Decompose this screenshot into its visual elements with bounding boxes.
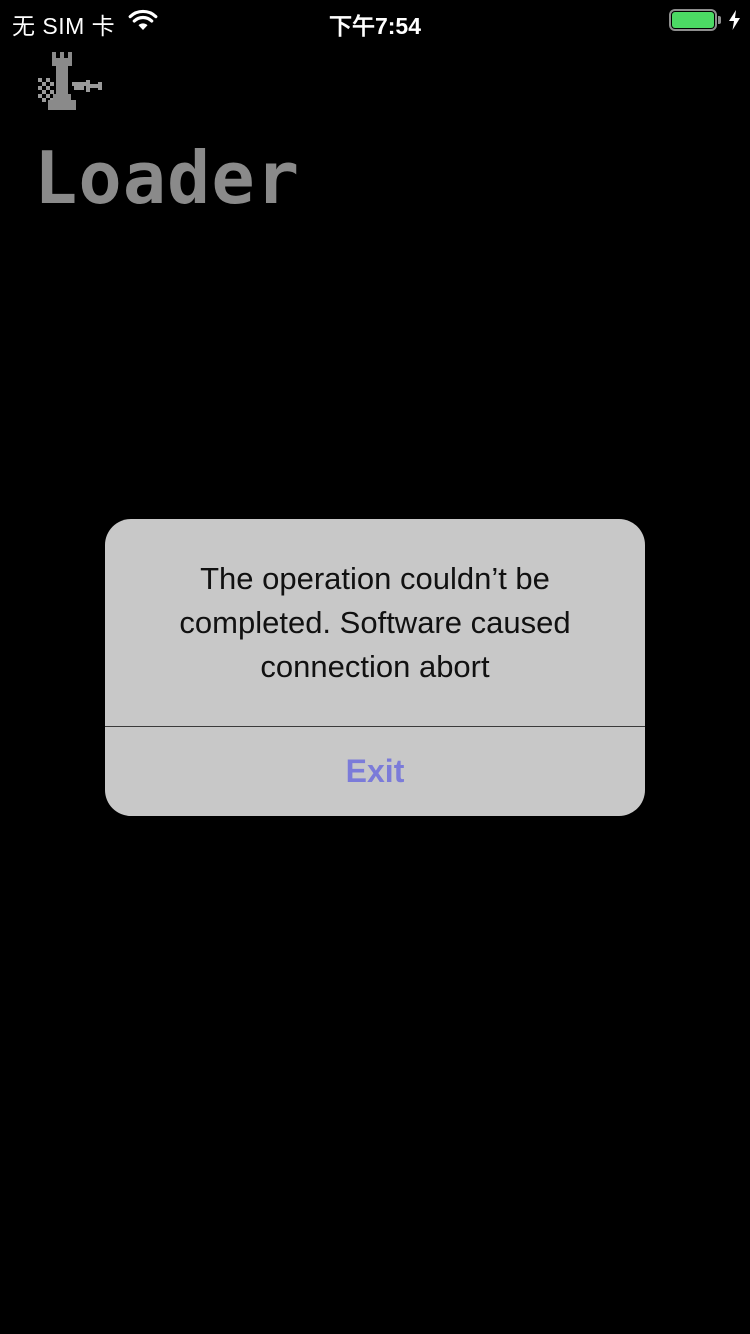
battery-level-fill [672,12,714,28]
alert-message: The operation couldn’t be completed. Sof… [179,561,571,684]
status-time: 下午7:54 [328,13,422,39]
exit-button[interactable]: Exit [105,727,645,816]
lightning-bolt-icon [729,10,740,30]
app-title: Loader [34,136,301,220]
battery-icon [669,9,725,33]
alert-dialog: The operation couldn’t be completed. Sof… [105,519,645,816]
chess-rook-logo-icon [38,52,102,110]
status-bar: 无 SIM 卡 下午7:54 [0,0,750,40]
